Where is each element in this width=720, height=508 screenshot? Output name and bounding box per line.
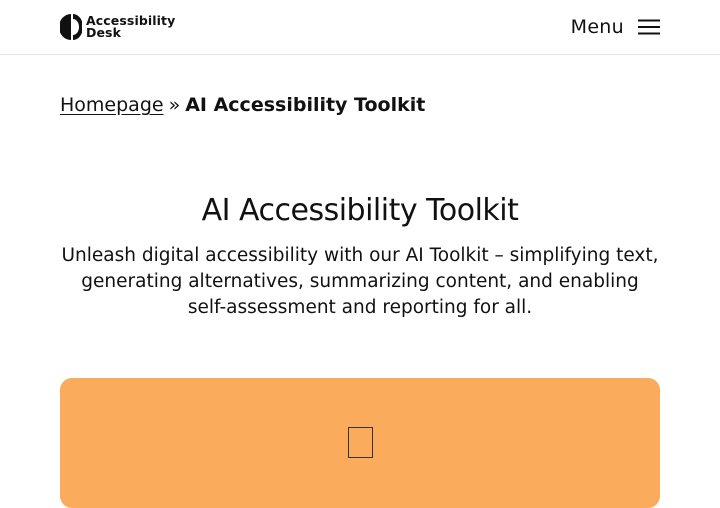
- breadcrumb-separator: »: [168, 94, 181, 116]
- breadcrumb-home-link[interactable]: Homepage: [60, 94, 164, 116]
- menu-label: Menu: [570, 16, 624, 38]
- toolkit-card: [60, 378, 660, 508]
- site-logo[interactable]: Accessibility Desk: [60, 13, 175, 41]
- logo-half-circle-icon: [60, 14, 82, 40]
- hamburger-icon: [638, 19, 660, 35]
- site-header: Accessibility Desk Menu: [0, 0, 720, 55]
- logo-line2: Desk: [86, 25, 122, 40]
- breadcrumb-current: AI Accessibility Toolkit: [185, 94, 426, 116]
- logo-text: Accessibility Desk: [86, 14, 175, 40]
- page-title: AI Accessibility Toolkit: [201, 193, 519, 228]
- missing-glyph-icon: [348, 427, 373, 458]
- menu-button[interactable]: Menu: [571, 14, 660, 40]
- breadcrumb: Homepage» AI Accessibility Toolkit: [60, 94, 425, 116]
- page-intro: Unleash digital accessibility with our A…: [61, 245, 659, 318]
